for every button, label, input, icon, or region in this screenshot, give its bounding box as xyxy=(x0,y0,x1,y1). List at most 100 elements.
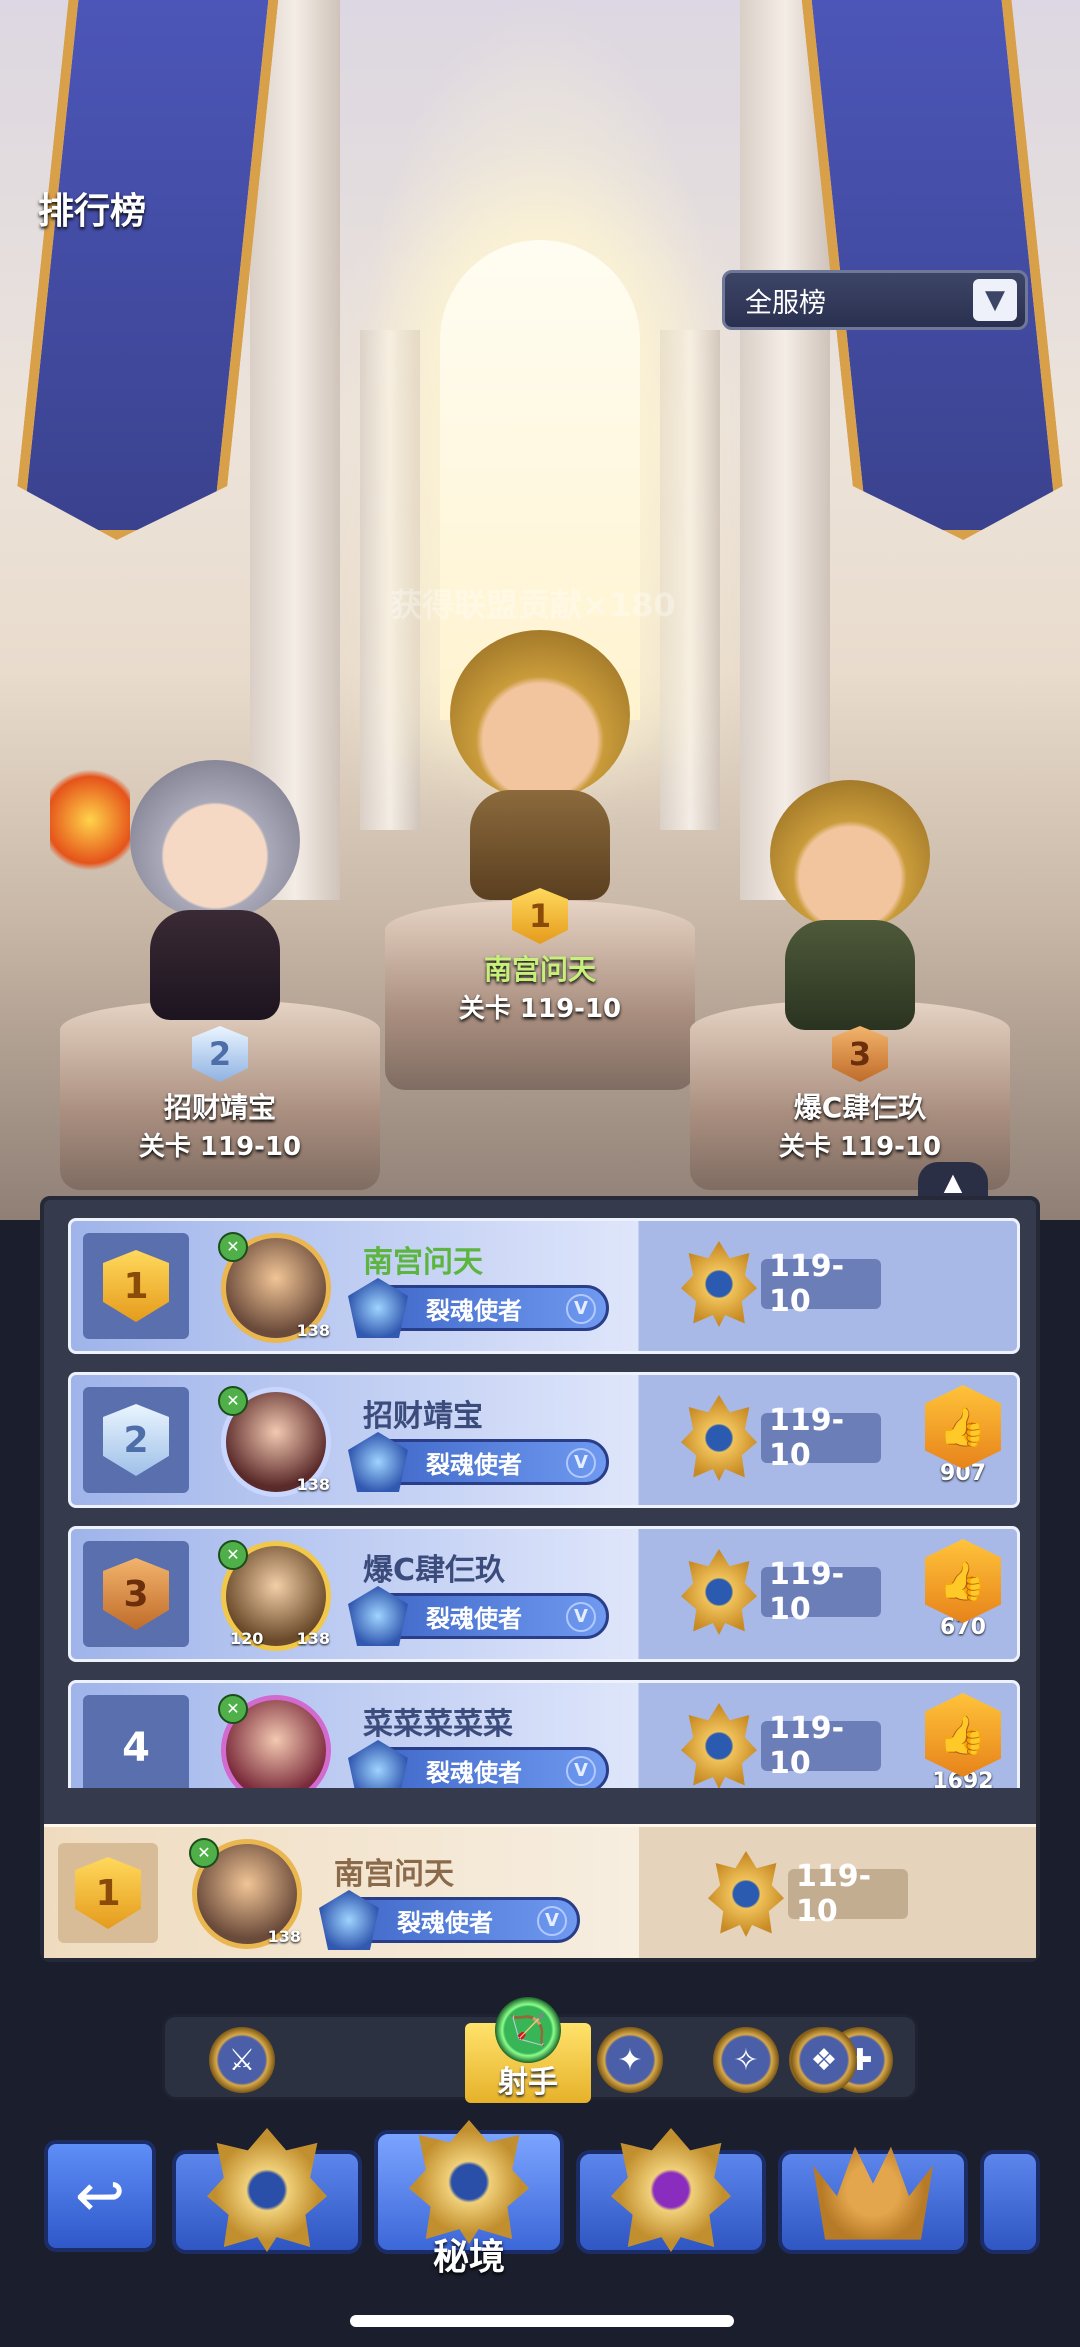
nav-tab-stage[interactable] xyxy=(172,2128,362,2254)
like-button[interactable]: 👍 907 xyxy=(923,1385,1003,1501)
my-rank-row[interactable]: 1 ✕ 138 南宫问天 裂魂使者 V 119-10 xyxy=(44,1824,1036,1958)
rank-badge-gold: 1 xyxy=(103,1250,169,1322)
title-badge: 裂魂使者 V xyxy=(348,1586,609,1646)
stage-emblem-icon xyxy=(708,1851,784,1937)
avatar[interactable]: ✕ 120 138 xyxy=(218,1540,331,1651)
crown-icon xyxy=(813,2146,933,2240)
rank-number: 4 xyxy=(122,1725,150,1771)
thumbs-up-icon: 👍 xyxy=(925,1693,1001,1777)
stage-value: 119-10 xyxy=(788,1859,908,1929)
class-filter-bar: ⚔ 🏹 射手 ✦ ✧ ✚ ❖ xyxy=(162,1997,918,2103)
class-check-icon: ✕ xyxy=(218,1232,248,1262)
title-text: 裂魂使者 xyxy=(397,1908,493,1937)
podium-name-3: 爆C肆仨玖 xyxy=(793,1091,927,1124)
chevron-up-icon: ▲ xyxy=(943,1168,963,1196)
table-row[interactable]: 2 ✕ 138 招财靖宝 裂魂使者 V 119-10 👍 907 xyxy=(68,1372,1020,1508)
hero-rank-3[interactable] xyxy=(740,780,960,1040)
title-tier: V xyxy=(566,1294,596,1324)
player-level: 138 xyxy=(296,1475,330,1494)
podium-name-2: 招财靖宝 xyxy=(163,1091,276,1124)
rank-cell: 4 xyxy=(83,1695,189,1788)
title-emblem-icon xyxy=(348,1432,408,1492)
stage-emblem-icon xyxy=(207,2128,327,2252)
bottom-nav: ↩ 秘境 xyxy=(0,2120,1080,2320)
stage-emblem-icon xyxy=(681,1549,757,1635)
like-button[interactable]: 👍 670 xyxy=(923,1539,1003,1655)
rank-badge-bronze: 3 xyxy=(103,1558,169,1630)
secret-realm-emblem-icon xyxy=(409,2120,529,2244)
chevron-down-icon[interactable]: ▼ xyxy=(973,279,1017,321)
title-text: 裂魂使者 xyxy=(426,1604,522,1633)
archer-icon[interactable]: 🏹 xyxy=(495,1997,561,2063)
stage-value: 119-10 xyxy=(761,1557,881,1627)
player-name: 南宫问天 xyxy=(363,1245,483,1280)
nav-tab-abyss[interactable] xyxy=(576,2128,766,2254)
title-tier: V xyxy=(566,1602,596,1632)
class-check-icon: ✕ xyxy=(218,1386,248,1416)
hero-rank-1[interactable] xyxy=(420,630,660,920)
podium-scene: 排行榜 全服榜 ▼ 获得联盟贡献×180 1 南宫问天 关卡 119-10 2 … xyxy=(0,0,1080,1220)
nav-active-label: 秘境 xyxy=(432,2237,505,2278)
stage-emblem-icon xyxy=(681,1395,757,1481)
podium-label-1: 1 南宫问天 关卡 119-10 xyxy=(410,888,670,1025)
rank-cell: 2 xyxy=(83,1387,189,1493)
player-name: 招财靖宝 xyxy=(363,1399,483,1434)
podium-label-2: 2 招财靖宝 关卡 119-10 xyxy=(90,1026,350,1163)
nav-tab-crown[interactable] xyxy=(778,2146,968,2254)
ranking-list[interactable]: 1 ✕ 138 南宫问天 裂魂使者 V 119-10 2 ✕ 138 招财靖宝 … xyxy=(68,1218,1020,1788)
table-row[interactable]: 1 ✕ 138 南宫问天 裂魂使者 V 119-10 xyxy=(68,1218,1020,1354)
abyss-emblem-icon xyxy=(611,2128,731,2252)
reward-watermark: 获得联盟贡献×180 xyxy=(390,586,676,624)
title-emblem-icon xyxy=(348,1278,408,1338)
avatar[interactable]: ✕ 138 xyxy=(189,1838,302,1949)
ranking-panel: 1 ✕ 138 南宫问天 裂魂使者 V 119-10 2 ✕ 138 招财靖宝 … xyxy=(40,1196,1040,1962)
title-tier: V xyxy=(537,1906,567,1936)
rank-cell: 1 xyxy=(58,1843,158,1943)
avatar[interactable]: ✕ 138 xyxy=(218,1232,331,1343)
class-selected-label: 射手 xyxy=(498,2065,558,2100)
player-name: 爆C肆仨玖 xyxy=(363,1553,506,1588)
title-tier: V xyxy=(566,1448,596,1478)
stage-value: 119-10 xyxy=(761,1711,881,1781)
podium-name-1: 南宫问天 xyxy=(483,953,596,986)
class-check-icon: ✕ xyxy=(218,1540,248,1570)
title-badge: 裂魂使者 V xyxy=(348,1278,609,1338)
table-row[interactable]: 3 ✕ 120 138 爆C肆仨玖 裂魂使者 V 119-10 👍 670 xyxy=(68,1526,1020,1662)
title-badge: 裂魂使者 V xyxy=(319,1890,580,1950)
server-filter-label: 全服榜 xyxy=(745,287,826,319)
title-badge: 裂魂使者 V xyxy=(348,1740,609,1788)
rank-badge-silver: 2 xyxy=(192,1026,248,1082)
player-name: 菜菜菜菜菜 xyxy=(363,1707,513,1742)
podium-stage-2: 关卡 119-10 xyxy=(138,1132,302,1162)
summoner-icon[interactable]: ❖ xyxy=(791,2027,857,2093)
rank-badge-bronze: 3 xyxy=(832,1026,888,1082)
hero-rank-2[interactable] xyxy=(50,740,330,1030)
avatar[interactable]: ✕ 138 xyxy=(218,1386,331,1497)
page-title: 排行榜 xyxy=(38,191,147,232)
mage-icon[interactable]: ✦ xyxy=(597,2027,663,2093)
stage-emblem-icon xyxy=(681,1241,757,1327)
home-indicator[interactable] xyxy=(350,2315,734,2327)
rank-badge-silver: 2 xyxy=(103,1404,169,1476)
avatar[interactable]: ✕ xyxy=(218,1694,331,1788)
warrior-icon[interactable]: ⚔ xyxy=(209,2027,275,2093)
player-level: 138 xyxy=(267,1927,301,1946)
nav-tab-more[interactable] xyxy=(980,2150,1040,2254)
title-badge: 裂魂使者 V xyxy=(348,1432,609,1492)
assassin-icon[interactable]: ✧ xyxy=(713,2027,779,2093)
stage-value: 119-10 xyxy=(761,1403,881,1473)
player-level-secondary: 120 xyxy=(230,1629,264,1648)
server-filter-dropdown[interactable]: 全服榜 ▼ xyxy=(722,270,1028,330)
podium-stage-3: 关卡 119-10 xyxy=(778,1132,942,1162)
like-button[interactable]: 👍 1692 xyxy=(923,1693,1003,1788)
podium-label-3: 3 爆C肆仨玖 关卡 119-10 xyxy=(730,1026,990,1163)
player-name: 南宫问天 xyxy=(334,1857,454,1892)
title-text: 裂魂使者 xyxy=(426,1296,522,1325)
thumbs-up-icon: 👍 xyxy=(925,1385,1001,1469)
title-tier: V xyxy=(566,1756,596,1786)
class-check-icon: ✕ xyxy=(218,1694,248,1724)
player-level: 138 xyxy=(296,1629,330,1648)
table-row[interactable]: 4 ✕ 菜菜菜菜菜 裂魂使者 V 119-10 👍 1692 xyxy=(68,1680,1020,1788)
title-text: 裂魂使者 xyxy=(426,1450,522,1479)
return-arrow-icon[interactable]: ↩ xyxy=(44,2140,156,2252)
